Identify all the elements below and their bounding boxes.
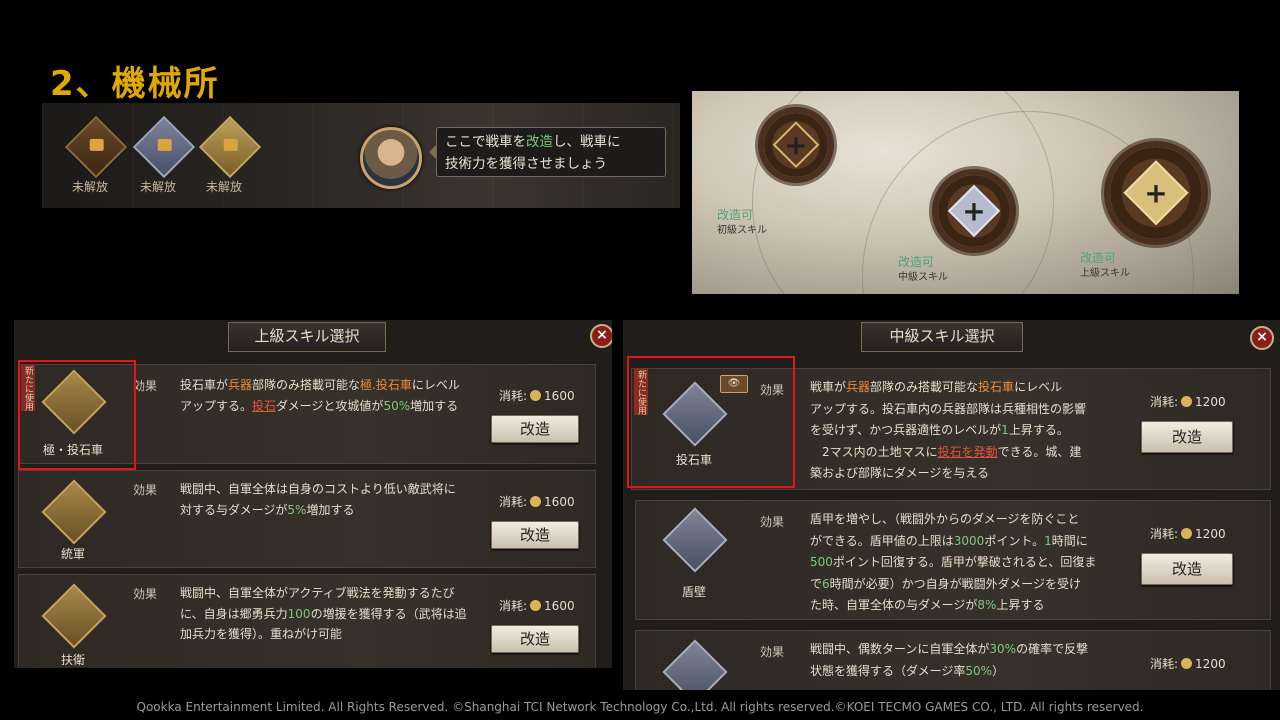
panel-title: 上級スキル選択 <box>228 322 386 352</box>
tutorial-bubble: ここで戦車を改造し、戦車に 技術力を獲得させましょう <box>429 127 666 177</box>
cost-label: 消耗: 1600 <box>499 599 575 613</box>
shield-wall-skill-icon <box>662 507 728 573</box>
slot-status: 未解放 <box>206 180 243 194</box>
highlight-box <box>627 356 795 488</box>
modify-button[interactable]: 改造 <box>491 415 579 443</box>
coin-icon <box>530 600 542 611</box>
gear-advanced-slot[interactable]: + <box>1110 147 1202 239</box>
plus-icon: + <box>784 128 808 162</box>
coin-icon <box>530 496 542 507</box>
coin-icon <box>1181 528 1193 539</box>
coin-icon <box>530 390 542 401</box>
plus-icon: + <box>962 194 986 228</box>
coin-icon <box>1181 396 1193 407</box>
effect-label: 効果 <box>760 645 785 659</box>
advanced-skill-panel: 上級スキル選択 × 新たに使用 極・投石車 効果 投石車が兵器部隊のみ搭載可能な… <box>14 320 612 668</box>
gear-basic-slot[interactable]: + <box>764 113 828 177</box>
slot-status: 未解放 <box>140 180 177 194</box>
skill-card[interactable]: 盾壁 効果 盾甲を増やし、（戦闘外からのダメージを防ぐこと ができる。盾甲値の上… <box>635 500 1271 620</box>
gear-basic-text: 改造可 初級スキル <box>717 208 767 236</box>
effect-label: 効果 <box>760 515 785 529</box>
slide-title: 2、機械所 <box>50 64 220 104</box>
modify-button[interactable]: 改造 <box>491 625 579 653</box>
skill-name: 扶衛 <box>60 653 85 667</box>
skill-name: 統軍 <box>60 547 85 561</box>
skill-description: 戦車が兵器部隊のみ搭載可能な投石車にレベル アップする。投石車内の兵器部隊は兵種… <box>810 380 1087 480</box>
gear-mid-slot[interactable]: + <box>938 175 1010 247</box>
effect-label: 効果 <box>133 379 158 393</box>
slot-silver-icon[interactable] <box>132 115 196 179</box>
gear-mid-text: 改造可 中級スキル <box>898 255 948 283</box>
skill-card[interactable]: 統軍 効果 戦闘中、自軍全体は自身のコストより低い敵武将に 対する与ダメージが5… <box>18 470 596 568</box>
cost-label: 消耗: 1600 <box>499 389 575 403</box>
skill-card[interactable]: 扶衛 効果 戦闘中、自軍全体がアクティブ戦法を発動するたび に、自身は郷勇兵力1… <box>18 574 596 668</box>
mid-skill-panel: 中級スキル選択 × 新たに使用 👁 投石車 効果 戦車が兵器部隊のみ搭載可能な投… <box>623 320 1280 690</box>
modify-button[interactable]: 改造 <box>1141 421 1233 453</box>
mechanic-tutorial-strip: 未解放 未解放 未解放 ここで戦車を改造し、戦車に 技術力を獲得させましょう <box>42 103 680 208</box>
advisor-avatar <box>360 127 422 189</box>
modify-button[interactable]: 改造 <box>1141 553 1233 585</box>
skill-description: 戦闘中、自軍全体は自身のコストより低い敵武将に 対する与ダメージが5%増加する <box>180 482 456 517</box>
copyright-footer: Qookka Entertainment Limited. All Rights… <box>136 700 1144 714</box>
gear-advanced-text: 改造可 上級スキル <box>1080 251 1130 279</box>
skill-description: 戦闘中、偶数ターンに自軍全体が30%の確率で反撃 状態を獲得する（ダメージ率50… <box>810 642 1089 678</box>
skill-name: 盾壁 <box>681 585 706 599</box>
cost-label: 消耗: 1600 <box>499 495 575 509</box>
slot-status: 未解放 <box>72 180 109 194</box>
skill-card[interactable]: 効果 戦闘中、偶数ターンに自軍全体が30%の確率で反撃 状態を獲得する（ダメージ… <box>635 630 1271 690</box>
skill-description: 投石車が兵器部隊のみ搭載可能な極.投石車にレベル アップする。投石ダメージと攻城… <box>180 378 460 413</box>
command-skill-icon <box>41 479 107 545</box>
skill-description: 盾甲を増やし、（戦闘外からのダメージを防ぐこと ができる。盾甲値の上限は3000… <box>810 512 1097 612</box>
close-icon[interactable]: × <box>1250 326 1274 350</box>
guard-skill-icon <box>41 583 107 649</box>
slot-bronze-icon[interactable] <box>64 115 128 179</box>
plus-icon: + <box>1144 176 1168 210</box>
effect-label: 効果 <box>133 483 158 497</box>
close-icon[interactable]: × <box>590 324 612 348</box>
slot-gold-icon[interactable] <box>198 115 262 179</box>
coin-icon <box>1181 658 1193 669</box>
modify-button[interactable]: 改造 <box>491 521 579 549</box>
cost-label: 消耗: 1200 <box>1150 527 1226 541</box>
highlight-box <box>18 360 136 470</box>
counter-skill-icon <box>662 639 728 690</box>
cost-label: 消耗: 1200 <box>1150 395 1226 409</box>
panel-title: 中級スキル選択 <box>861 322 1023 352</box>
skill-description: 戦闘中、自軍全体がアクティブ戦法を発動するたび に、自身は郷勇兵力100の増援を… <box>180 586 467 641</box>
effect-label: 効果 <box>133 587 158 601</box>
cost-label: 消耗: 1200 <box>1150 657 1226 671</box>
gear-slots-panel: + 改造可 初級スキル + 改造可 中級スキル + 改造可 上級スキル <box>692 91 1239 294</box>
